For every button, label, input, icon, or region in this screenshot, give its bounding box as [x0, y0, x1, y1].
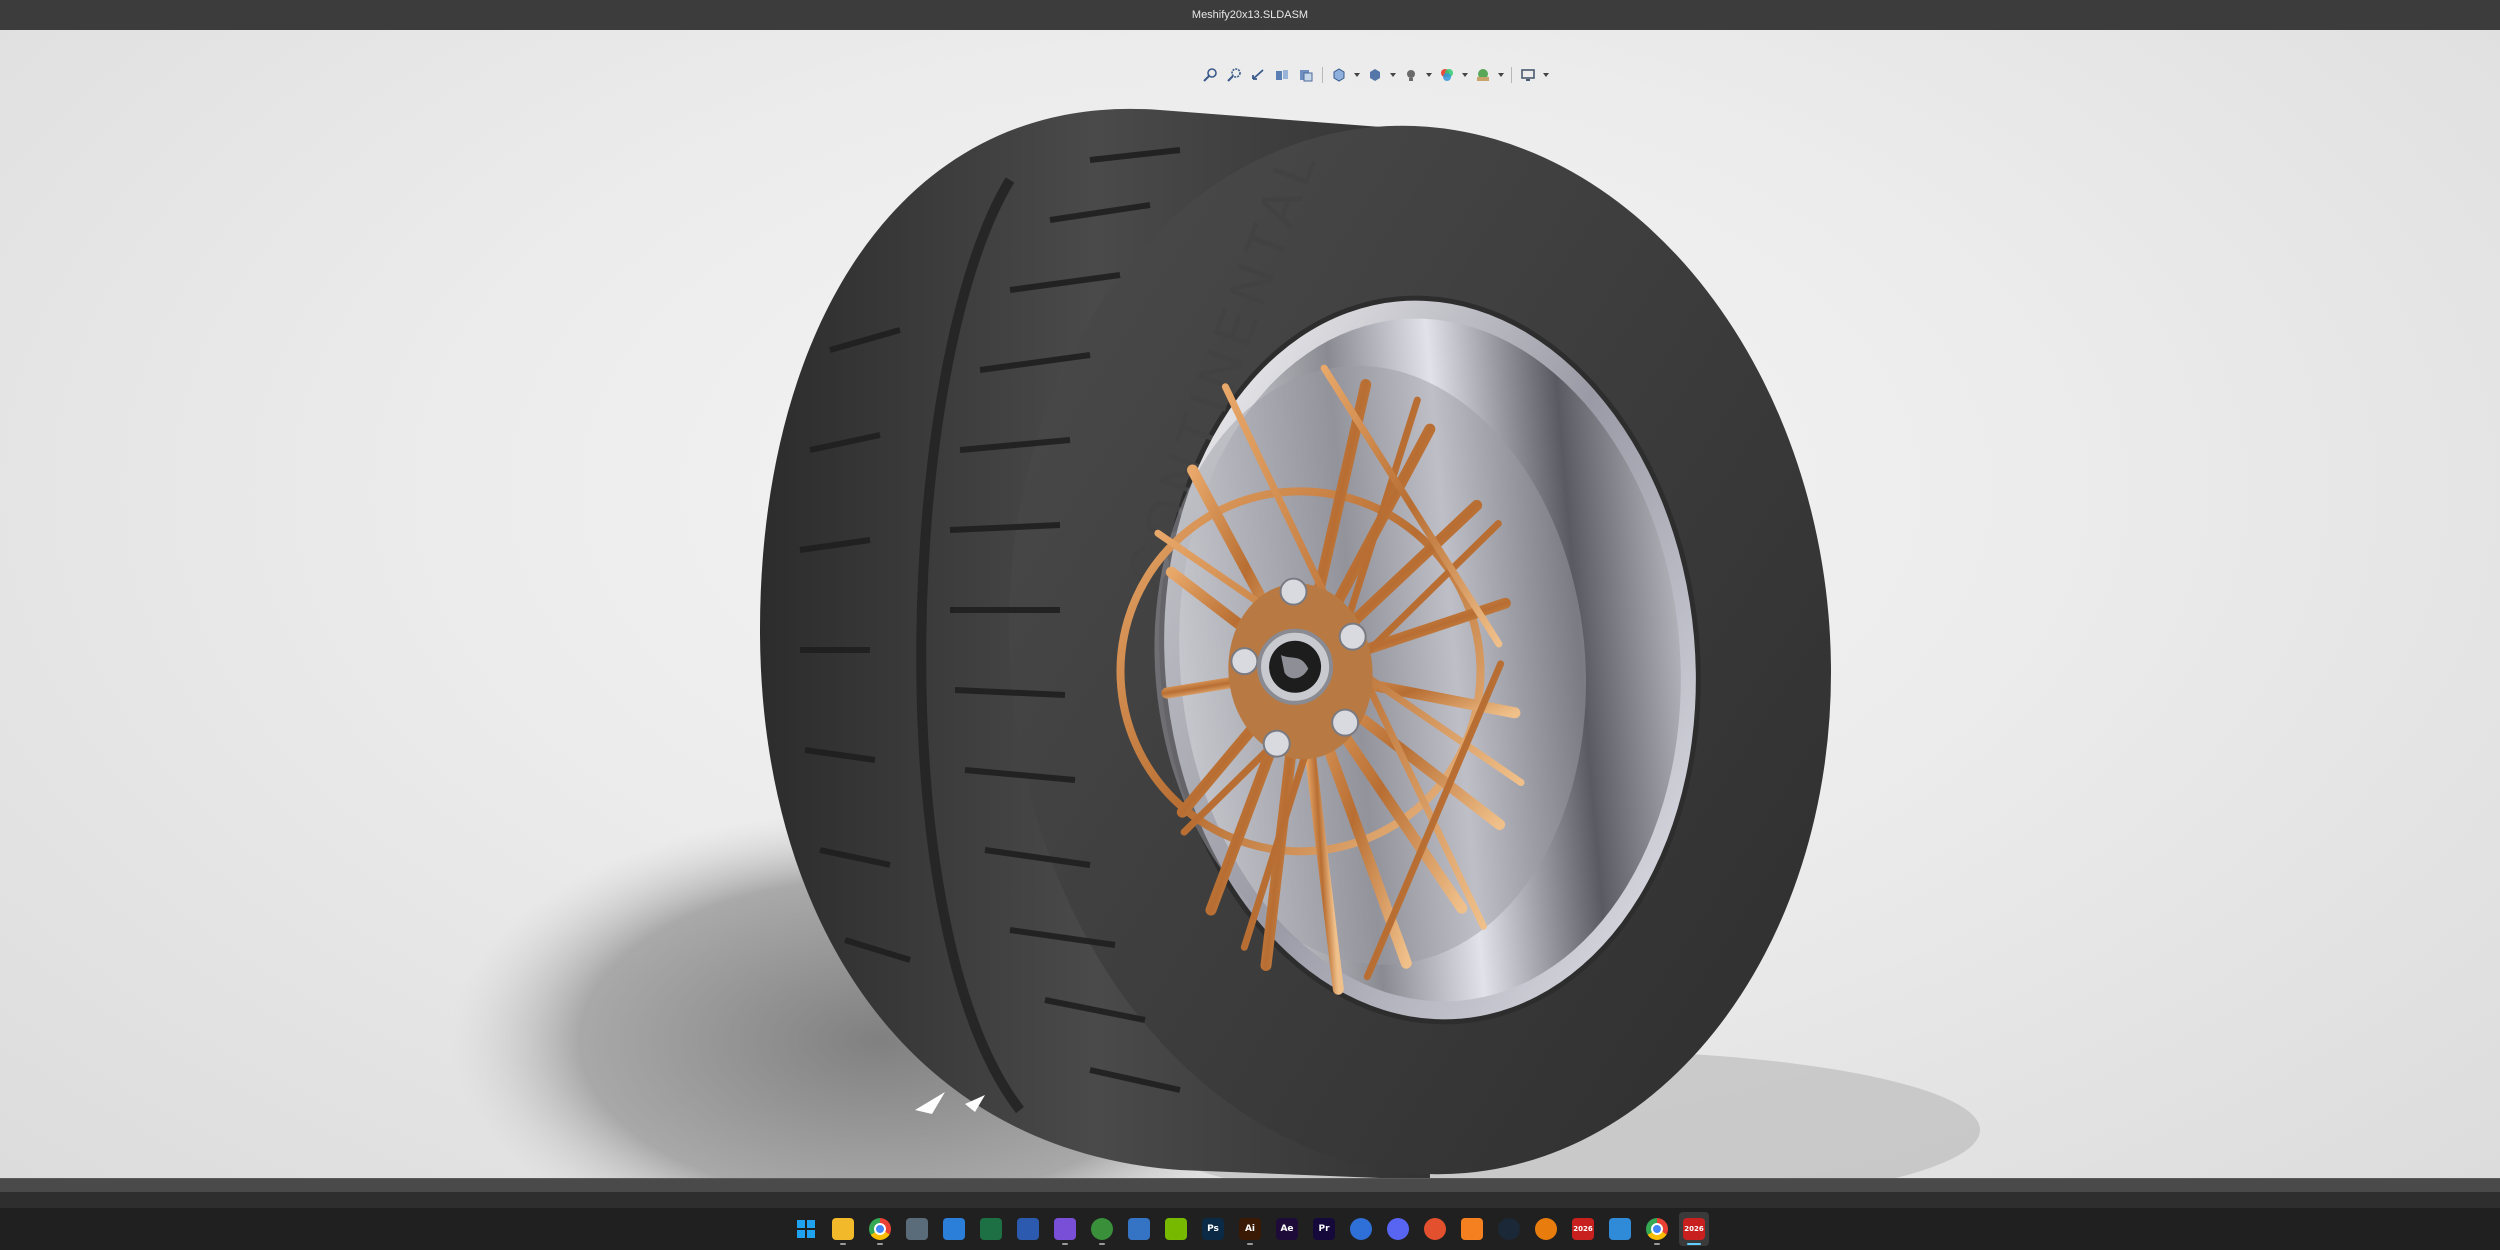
solidworks-2026-active-icon: 2026 [1683, 1218, 1705, 1240]
excel-taskbar-button[interactable] [976, 1212, 1006, 1246]
after-effects-taskbar-button[interactable]: Ae [1272, 1212, 1302, 1246]
illustrator-icon: Ai [1239, 1218, 1261, 1240]
file-explorer-taskbar-button[interactable] [828, 1212, 858, 1246]
view-orientation-dropdown[interactable] [1353, 65, 1361, 85]
steam-icon [1498, 1218, 1520, 1240]
camera-app-icon [1054, 1218, 1076, 1240]
running-indicator [1099, 1243, 1105, 1245]
toolbar-separator [1322, 67, 1323, 83]
chrome-profile-icon [1646, 1218, 1668, 1240]
running-indicator [1654, 1243, 1660, 1245]
discord-icon [1387, 1218, 1409, 1240]
view-settings-dropdown[interactable] [1542, 65, 1550, 85]
hide-show-items-icon[interactable] [1401, 65, 1421, 85]
microsoft-store-icon [943, 1218, 965, 1240]
view-orientation-icon[interactable] [1329, 65, 1349, 85]
section-view-icon[interactable] [1272, 65, 1292, 85]
window-title: Meshify20x13.SLDASM [1191, 9, 1309, 21]
fusion-icon [1461, 1218, 1483, 1240]
zoom-to-area-icon[interactable] [1224, 65, 1244, 85]
blender-icon [1535, 1218, 1557, 1240]
zoom-to-fit-icon[interactable] [1200, 65, 1220, 85]
word-taskbar-button[interactable] [1013, 1212, 1043, 1246]
windows-taskbar: Ps Ai Ae Pr 2026 2026 [0, 1208, 2500, 1250]
calculator-taskbar-button[interactable] [902, 1212, 932, 1246]
excel-icon [980, 1218, 1002, 1240]
calculator-icon [906, 1218, 928, 1240]
display-style-icon[interactable] [1365, 65, 1385, 85]
display-style-dropdown[interactable] [1389, 65, 1397, 85]
word-icon [1017, 1218, 1039, 1240]
nvidia-icon [1165, 1218, 1187, 1240]
phone-link-icon [1128, 1218, 1150, 1240]
running-indicator [1062, 1243, 1068, 1245]
illustrator-taskbar-button[interactable]: Ai [1235, 1212, 1265, 1246]
dynamic-annotation-icon[interactable] [1296, 65, 1316, 85]
window-bottom-edge [0, 1192, 2500, 1208]
premiere-pro-icon: Pr [1313, 1218, 1335, 1240]
microsoft-store-taskbar-button[interactable] [939, 1212, 969, 1246]
running-indicator [840, 1243, 846, 1245]
hide-show-items-dropdown[interactable] [1425, 65, 1433, 85]
xbox-icon [1091, 1218, 1113, 1240]
solidworks-2026-taskbar-button[interactable]: 2026 [1568, 1212, 1598, 1246]
xbox-taskbar-button[interactable] [1087, 1212, 1117, 1246]
steam-taskbar-button[interactable] [1494, 1212, 1524, 1246]
chrome-taskbar-button[interactable] [865, 1212, 895, 1246]
edit-appearance-icon[interactable] [1437, 65, 1457, 85]
fusion-taskbar-button[interactable] [1457, 1212, 1487, 1246]
3d-viewer-taskbar-button[interactable] [1605, 1212, 1635, 1246]
running-indicator [877, 1243, 883, 1245]
blender-taskbar-button[interactable] [1531, 1212, 1561, 1246]
windows-start-taskbar-button[interactable] [791, 1212, 821, 1246]
discord-taskbar-button[interactable] [1383, 1212, 1413, 1246]
wheel-model[interactable]: CONTINENTAL [0, 30, 2500, 1178]
premiere-pro-taskbar-button[interactable]: Pr [1309, 1212, 1339, 1246]
apply-scene-dropdown[interactable] [1497, 65, 1505, 85]
running-indicator [1247, 1243, 1253, 1245]
chrome-icon [869, 1218, 891, 1240]
taskbar-items: Ps Ai Ae Pr 2026 2026 [791, 1212, 1709, 1246]
thunderbird-taskbar-button[interactable] [1346, 1212, 1376, 1246]
camera-app-taskbar-button[interactable] [1050, 1212, 1080, 1246]
solidworks-2026-icon: 2026 [1572, 1218, 1594, 1240]
3d-viewer-icon [1609, 1218, 1631, 1240]
photoshop-taskbar-button[interactable]: Ps [1198, 1212, 1228, 1246]
thunderbird-icon [1350, 1218, 1372, 1240]
apply-scene-icon[interactable] [1473, 65, 1493, 85]
previous-view-icon[interactable] [1248, 65, 1268, 85]
heads-up-view-toolbar [1200, 64, 1550, 86]
view-settings-icon[interactable] [1518, 65, 1538, 85]
nvidia-taskbar-button[interactable] [1161, 1212, 1191, 1246]
phone-link-taskbar-button[interactable] [1124, 1212, 1154, 1246]
after-effects-icon: Ae [1276, 1218, 1298, 1240]
solidworks-2026-active-taskbar-button[interactable]: 2026 [1679, 1212, 1709, 1246]
window-titlebar[interactable]: Meshify20x13.SLDASM [0, 0, 2500, 31]
graphics-viewport[interactable]: CONTINENTAL [0, 30, 2500, 1178]
photoshop-icon: Ps [1202, 1218, 1224, 1240]
edit-appearance-dropdown[interactable] [1461, 65, 1469, 85]
ea-app-taskbar-button[interactable] [1420, 1212, 1450, 1246]
chrome-profile-taskbar-button[interactable] [1642, 1212, 1672, 1246]
file-explorer-icon [832, 1218, 854, 1240]
windows-start-icon [795, 1218, 817, 1240]
running-indicator [1687, 1243, 1701, 1245]
status-bar [0, 1178, 2500, 1193]
ea-app-icon [1424, 1218, 1446, 1240]
toolbar-separator [1511, 67, 1512, 83]
